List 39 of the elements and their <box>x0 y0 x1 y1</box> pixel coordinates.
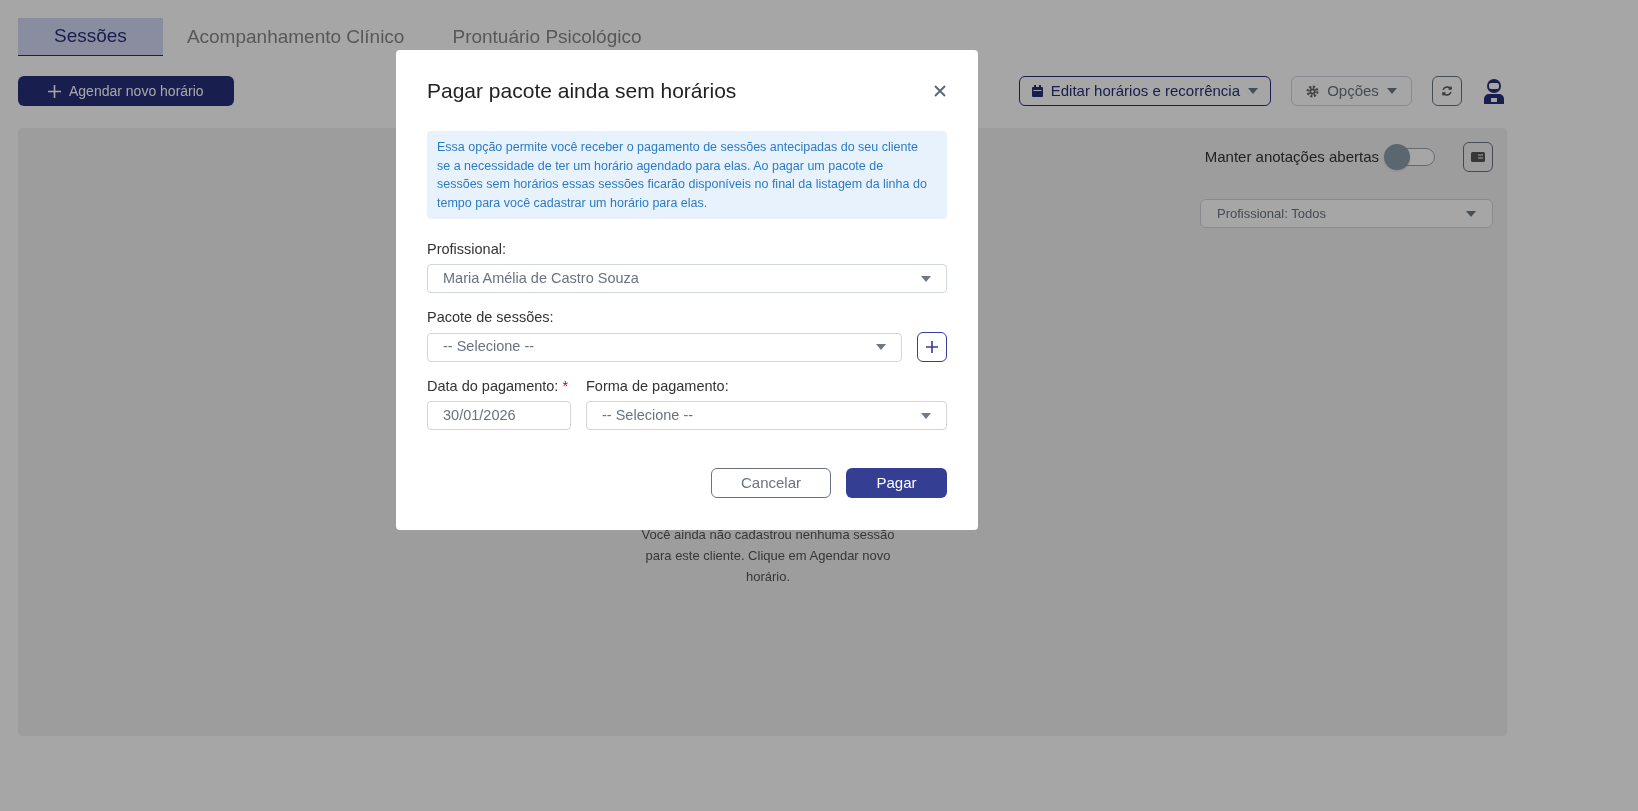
calendar-icon <box>1031 85 1043 97</box>
info-notice: Essa opção permite você receber o pagamento de sessões antecipadas do seu cliente se a necessidade de ter um horário agendado para elas. Ao pagar um pacote de sessões sem horários essas sessões ficarão disponíveis no final da listagem da linha do tempo para você cadastrar um horário para elas. <box>427 131 947 219</box>
field-label: Data do pagamento: <box>427 377 559 394</box>
add-button[interactable] <box>917 332 947 362</box>
plus-icon <box>48 84 61 98</box>
field-label: Forma de pagamento: <box>586 377 730 394</box>
payment-card-button[interactable] <box>1463 142 1493 172</box>
caret-icon <box>921 412 931 419</box>
modal-title: Pagar pacote ainda sem horários <box>427 78 737 105</box>
pay-button[interactable]: Pagar <box>846 468 947 498</box>
caret-icon <box>876 344 886 350</box>
close-icon[interactable] <box>933 84 947 98</box>
select-field[interactable]: Maria Amélia de Castro Souza <box>427 264 947 293</box>
refresh-icon <box>1441 85 1453 97</box>
caret-icon <box>1386 88 1397 94</box>
refresh-button[interactable] <box>1432 76 1462 106</box>
tab[interactable]: Prontuário Psicológico <box>428 18 666 56</box>
caret-icon <box>1466 210 1476 217</box>
required-mark: * <box>562 377 569 394</box>
robot-avatar-icon[interactable] <box>1482 78 1506 104</box>
empty-state-message: Você ainda não cadastrou nenhuma sessão para este cliente. Clique em Agendar novo horário. <box>640 526 896 586</box>
date-field[interactable]: 30/01/2026 <box>427 401 571 430</box>
select-field[interactable]: -- Selecione -- <box>427 332 902 362</box>
field-label: Pacote de sessões: <box>427 308 555 325</box>
card-icon <box>1471 152 1485 162</box>
gear-icon <box>1306 84 1320 98</box>
cancel-button[interactable]: Cancelar <box>711 468 831 498</box>
schedule-button[interactable]: Agendar novo horário <box>18 76 234 106</box>
professional-filter[interactable]: Profissional: Todos <box>1200 199 1493 228</box>
plus-icon <box>926 341 938 353</box>
caret-icon <box>921 275 931 282</box>
options-button[interactable]: Opções <box>1291 76 1412 106</box>
select-field[interactable]: -- Selecione -- <box>586 401 947 430</box>
caret-icon <box>1248 88 1258 94</box>
toggle-label: Manter anotações abertas <box>1204 146 1379 167</box>
tab[interactable]: Sessões <box>18 18 163 56</box>
field-label: Profissional: <box>427 240 507 257</box>
edit-schedule-button[interactable]: Editar horários e recorrência <box>1018 76 1271 106</box>
tab[interactable]: Acompanhamento Clínico <box>162 18 429 56</box>
